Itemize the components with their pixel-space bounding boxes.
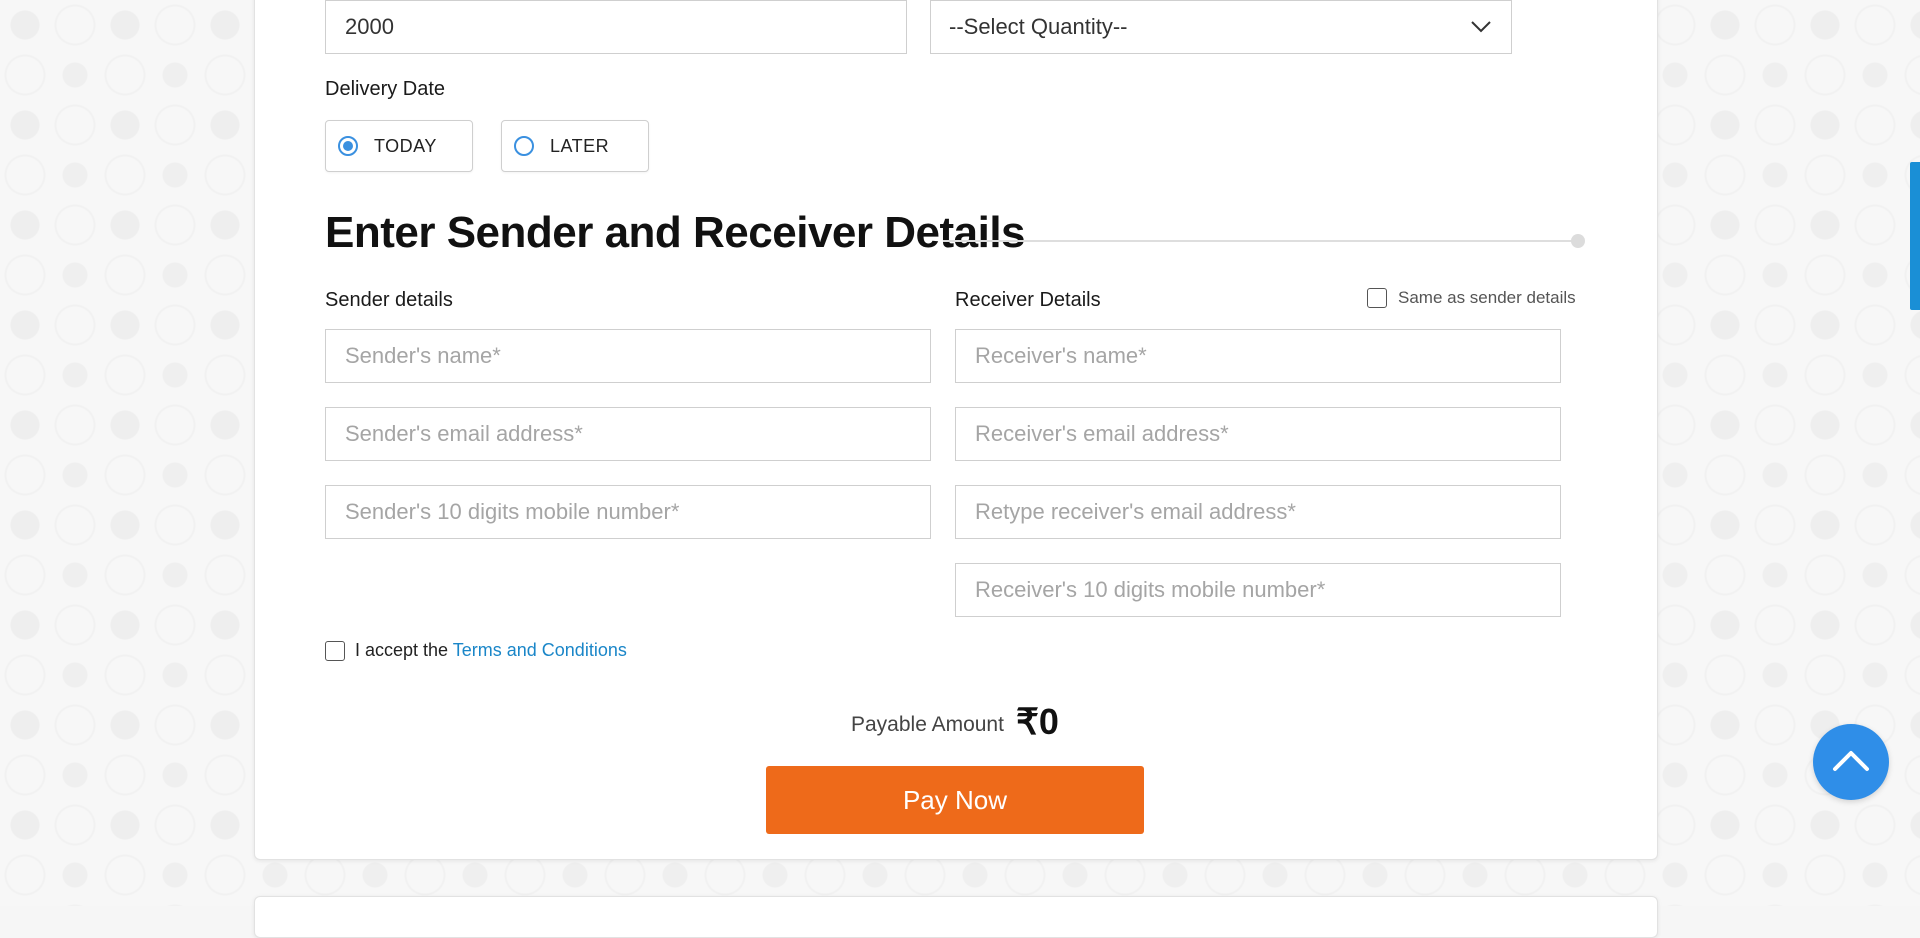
radio-unselected-icon — [514, 136, 534, 156]
sender-name-input[interactable] — [325, 329, 931, 383]
quantity-select-value: --Select Quantity-- — [949, 14, 1128, 39]
sender-mobile-input[interactable] — [325, 485, 931, 539]
delivery-option-label: LATER — [550, 135, 610, 156]
receiver-details-heading: Receiver Details — [955, 289, 1101, 311]
terms-link[interactable]: Terms and Conditions — [453, 640, 627, 660]
currency-symbol: ₹ — [1016, 701, 1039, 742]
section-divider — [943, 240, 1577, 242]
pay-now-button[interactable]: Pay Now — [766, 766, 1144, 834]
delivery-option-label: TODAY — [374, 135, 437, 156]
sender-details-heading: Sender details — [325, 289, 453, 311]
delivery-option-today[interactable]: TODAY — [325, 120, 473, 172]
receiver-email-input[interactable] — [955, 407, 1561, 461]
section-title: Enter Sender and Receiver Details — [325, 208, 1026, 257]
receiver-name-input[interactable] — [955, 329, 1561, 383]
payable-amount: ₹0 — [1016, 701, 1059, 743]
terms-text: I accept the Terms and Conditions — [355, 640, 627, 661]
scroll-to-top-button[interactable] — [1813, 724, 1889, 800]
next-card — [254, 896, 1658, 938]
delivery-date-label: Delivery Date — [325, 78, 446, 100]
receiver-mobile-input[interactable] — [955, 563, 1561, 617]
side-accent-bar — [1910, 162, 1920, 310]
terms-checkbox[interactable] — [325, 641, 345, 661]
same-as-sender-label: Same as sender details — [1398, 288, 1576, 307]
radio-selected-icon — [338, 136, 358, 156]
terms-prefix: I accept the — [355, 640, 449, 660]
quantity-select[interactable]: --Select Quantity-- — [930, 0, 1512, 54]
payable-amount-label: Payable Amount — [851, 713, 1004, 736]
receiver-retype-email-input[interactable] — [955, 485, 1561, 539]
delivery-option-later[interactable]: LATER — [501, 120, 649, 172]
chevron-down-icon — [1469, 15, 1493, 45]
amount-input[interactable] — [325, 0, 907, 54]
same-as-sender-checkbox[interactable] — [1367, 288, 1387, 308]
amount-value: 0 — [1038, 701, 1059, 742]
section-divider-dot — [1571, 234, 1585, 248]
chevron-up-icon — [1831, 747, 1871, 778]
sender-email-input[interactable] — [325, 407, 931, 461]
